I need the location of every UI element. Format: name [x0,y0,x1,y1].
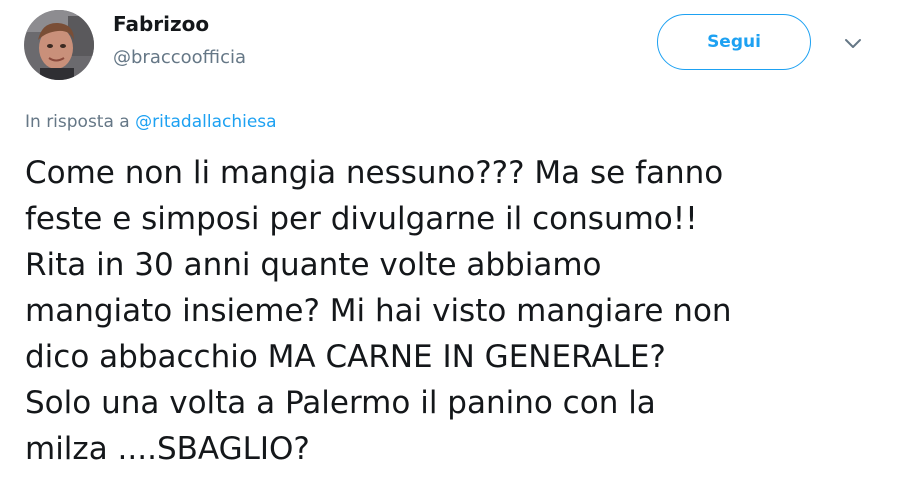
tweet-text: Come non li mangia nessuno??? Ma se fann… [25,150,885,472]
tweet-line: Rita in 30 anni quante volte abbiamo [25,247,602,283]
reply-mention-link[interactable]: @ritadallachiesa [135,112,276,132]
tweet-line: mangiato insieme? Mi hai visto mangiare … [25,293,732,329]
reply-context: In risposta a @ritadallachiesa [25,112,277,132]
tweet-line: milza ....SBAGLIO? [25,431,310,467]
avatar[interactable] [24,10,94,80]
tweet-line: Solo una volta a Palermo il panino con l… [25,385,656,421]
avatar-photo [24,10,94,80]
user-handle[interactable]: @braccoofficia [113,47,246,68]
reply-prefix: In risposta a [25,112,130,132]
chevron-down-icon[interactable] [842,36,864,52]
follow-button[interactable]: Segui [657,14,811,70]
tweet-line: feste e simposi per divulgarne il consum… [25,201,698,237]
tweet-line: Come non li mangia nessuno??? Ma se fann… [25,155,724,191]
tweet-line: dico abbacchio MA CARNE IN GENERALE? [25,339,666,375]
display-name[interactable]: Fabrizoo [113,12,209,36]
